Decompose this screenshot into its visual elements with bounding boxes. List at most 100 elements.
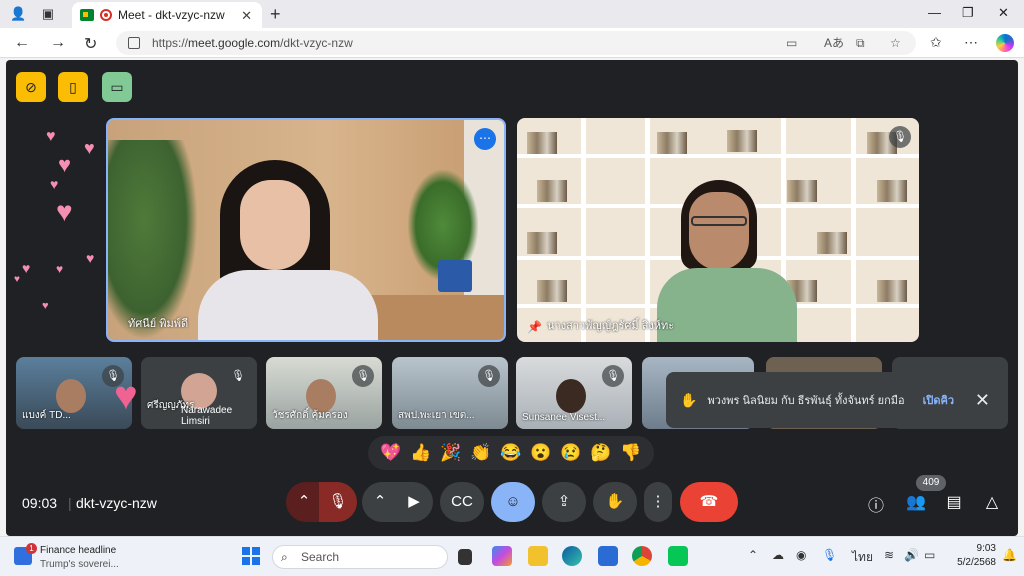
participant-name: แบงค์ TD...: [22, 410, 71, 421]
url-host: meet.google.com: [188, 36, 281, 50]
participant-thumbnail[interactable]: 🎙 วัชรศักดิ์ คุ้มครอง: [266, 357, 382, 429]
extension-icon[interactable]: ⧉: [856, 31, 865, 55]
reaction-surprised-button[interactable]: 😮: [530, 443, 551, 463]
task-view-icon[interactable]: [458, 549, 472, 565]
reaction-heart-button[interactable]: 💖: [380, 443, 401, 463]
system-clock[interactable]: 9:03 5/2/2568: [950, 542, 996, 570]
open-queue-button[interactable]: เปิดคิว: [923, 391, 954, 409]
favorites-icon[interactable]: ✩: [930, 34, 942, 51]
forward-icon[interactable]: →: [50, 34, 66, 52]
camera-toggle-button[interactable]: ▶: [395, 482, 433, 522]
more-menu-icon[interactable]: ⋯: [964, 34, 978, 51]
store-icon[interactable]: [598, 546, 618, 566]
lock-icon: [128, 37, 140, 49]
participant-thumbnail[interactable]: 🎙 สพป.พะเยา เขต...: [392, 357, 508, 429]
taskbar-search[interactable]: ⌕ Search: [272, 545, 448, 569]
presenter-tile[interactable]: ⋯ ทัศนีย์ พิมพ์ดี: [106, 118, 506, 342]
face-shape: [240, 180, 310, 270]
more-options-button[interactable]: ⋮: [644, 482, 672, 522]
reaction-thumbs-up-button[interactable]: 👍: [410, 443, 431, 463]
video-options-button[interactable]: ⌃: [362, 482, 398, 522]
heart-reaction-icon: ♥: [58, 152, 72, 177]
start-button[interactable]: [242, 547, 260, 565]
heart-reaction-icon: ♥: [22, 260, 31, 276]
wifi-icon[interactable]: ≋: [884, 548, 894, 562]
reaction-thinking-button[interactable]: 🤔: [590, 443, 611, 463]
activities-icon[interactable]: △: [980, 492, 1004, 512]
door-icon[interactable]: ▯: [58, 72, 88, 102]
heart-reaction-icon: ♥: [86, 250, 95, 266]
chrome-icon[interactable]: [632, 546, 652, 566]
raise-hand-button[interactable]: ✋: [593, 482, 637, 522]
reaction-party-button[interactable]: 🎉: [440, 443, 461, 463]
cloud-icon[interactable]: ☁: [772, 548, 784, 562]
reaction-thumbs-down-button[interactable]: 👎: [620, 443, 641, 463]
edge-icon[interactable]: [562, 546, 582, 566]
show-hidden-icons[interactable]: ⌃: [748, 548, 758, 562]
line-icon[interactable]: [668, 546, 688, 566]
copilot-icon[interactable]: [996, 34, 1014, 52]
pin-icon[interactable]: 📌: [527, 320, 542, 334]
present-screen-button[interactable]: ⇪: [542, 482, 586, 522]
book-row: [817, 232, 847, 254]
participant-count-badge: 409: [916, 475, 946, 491]
reaction-clap-button[interactable]: 👏: [470, 443, 491, 463]
reaction-sad-button[interactable]: 😢: [560, 443, 581, 463]
participant-thumbnail[interactable]: 🎙 ศรีญญภัทร Narawadee Limsiri: [141, 357, 257, 429]
file-explorer-icon[interactable]: [528, 546, 548, 566]
profile-icon[interactable]: 👤: [10, 6, 26, 22]
close-window-button[interactable]: ✕: [998, 5, 1009, 21]
input-language[interactable]: ไทย: [852, 548, 873, 567]
close-icon[interactable]: ✕: [975, 390, 990, 411]
emoji-button[interactable]: ☺: [491, 482, 535, 522]
reaction-laugh-button[interactable]: 😂: [500, 443, 521, 463]
heart-reaction-icon: ♥: [56, 196, 73, 227]
participant-video: [198, 160, 378, 340]
divider: |: [68, 495, 72, 511]
audio-options-button[interactable]: ⌃: [286, 482, 322, 522]
body-shape: [657, 268, 797, 342]
battery-icon[interactable]: ▭: [924, 548, 935, 562]
mic-muted-icon: 🎙: [352, 365, 374, 387]
book-row: [537, 280, 567, 302]
reload-icon[interactable]: ↻: [84, 34, 97, 54]
book-row: [727, 130, 757, 152]
tab-meet[interactable]: Meet - dkt-vzyc-nzw ✕: [72, 2, 262, 28]
tab-actions-icon[interactable]: ▣: [40, 6, 56, 22]
microphone-icon[interactable]: 🎙: [822, 548, 837, 562]
people-icon[interactable]: 👥: [904, 492, 928, 512]
mic-toggle-button[interactable]: 🎙: [319, 482, 357, 522]
new-tab-button[interactable]: +: [270, 4, 281, 25]
participant-name: สพป.พะเยา เขต...: [398, 410, 475, 421]
tab-title: Meet - dkt-vzyc-nzw: [118, 8, 225, 22]
devices-icon[interactable]: ▭: [102, 72, 132, 102]
raise-hand-text: พวงพร นิลนิยม กับ ธีรพันธุ์ ทั้งจันทร์ ย…: [707, 395, 905, 407]
plant-image: [108, 140, 198, 340]
minimize-button[interactable]: —: [928, 5, 941, 20]
copilot-app-icon[interactable]: [492, 546, 512, 566]
notifications-icon[interactable]: 🔔: [1002, 548, 1017, 562]
participant-thumbnail[interactable]: 🎙 Sunsanee Visest...: [516, 357, 632, 429]
back-icon[interactable]: ←: [14, 34, 30, 52]
favorite-star-icon[interactable]: ☆: [890, 31, 901, 55]
meeting-info-icon[interactable]: ⓘ: [864, 492, 888, 516]
camera-permission-icon[interactable]: ▭: [786, 31, 797, 55]
camera-off-icon[interactable]: ⊘: [16, 72, 46, 102]
leave-call-button[interactable]: ☎: [680, 482, 738, 522]
captions-button[interactable]: CC: [440, 482, 484, 522]
news-widget[interactable]: 1 Finance headline Trump's soverei...: [14, 543, 124, 573]
more-options-icon[interactable]: ⋯: [474, 128, 496, 150]
volume-icon[interactable]: 🔊: [904, 548, 919, 562]
read-aloud-icon[interactable]: Aあ: [824, 31, 844, 55]
mic-muted-icon: 🎙: [889, 126, 911, 148]
address-bar[interactable]: https://meet.google.com/dkt-vzyc-nzw ▭ A…: [116, 31, 916, 55]
app-tray-icon[interactable]: ◉: [796, 548, 806, 562]
reactions-bar: 💖 👍 🎉 👏 😂 😮 😢 🤔 👎: [368, 436, 654, 470]
clock-time: 9:03: [976, 543, 996, 554]
chat-icon[interactable]: ▤: [942, 492, 966, 512]
restore-button[interactable]: ❐: [962, 5, 974, 21]
close-tab-icon[interactable]: ✕: [241, 8, 252, 24]
news-badge: 1: [26, 543, 37, 554]
pinned-speaker-tile[interactable]: 🎙 📌 นางสาวพัญญ์ฎรัศมิ์ สิงห์ทะ: [517, 118, 919, 342]
heart-reaction-icon: ♥: [114, 374, 138, 418]
